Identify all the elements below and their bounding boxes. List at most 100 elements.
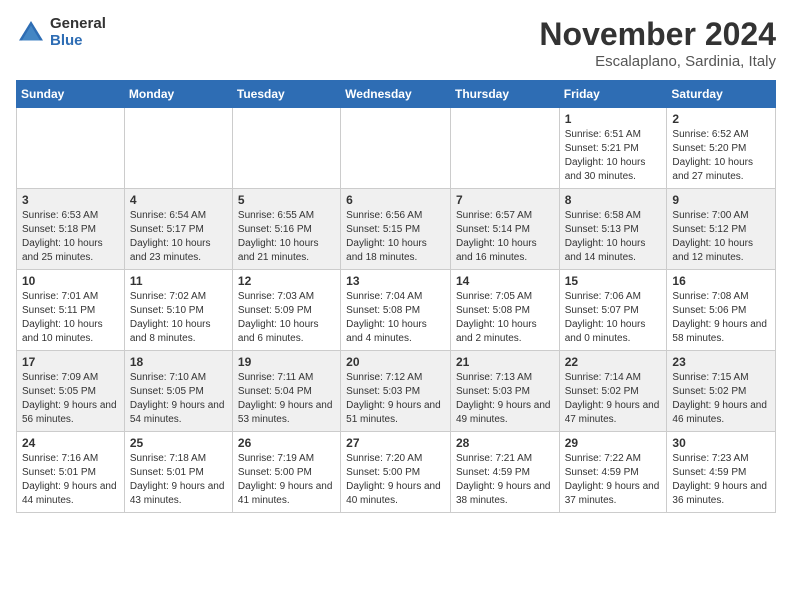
- day-info: Sunrise: 7:03 AM Sunset: 5:09 PM Dayligh…: [238, 290, 335, 346]
- weekday-header-sunday: Sunday: [17, 81, 125, 108]
- day-info: Sunrise: 6:51 AM Sunset: 5:21 PM Dayligh…: [565, 128, 662, 184]
- logo-text: General Blue: [50, 16, 106, 49]
- day-number: 4: [130, 193, 227, 207]
- day-info: Sunrise: 7:08 AM Sunset: 5:06 PM Dayligh…: [672, 290, 770, 346]
- day-number: 28: [456, 436, 554, 450]
- weekday-header-saturday: Saturday: [667, 81, 776, 108]
- calendar-cell: 28 Sunrise: 7:21 AM Sunset: 4:59 PM Dayli…: [450, 432, 559, 513]
- weekday-header-thursday: Thursday: [450, 81, 559, 108]
- day-info: Sunrise: 7:18 AM Sunset: 5:01 PM Dayligh…: [130, 452, 227, 508]
- day-number: 5: [238, 193, 335, 207]
- calendar-cell: [450, 108, 559, 189]
- calendar-cell: 17Sunrise: 7:09 AM Sunset: 5:05 PM Dayli…: [17, 351, 125, 432]
- day-number: 2: [672, 112, 770, 126]
- logo-blue: Blue: [50, 33, 106, 50]
- calendar-cell: 7 Sunrise: 6:57 AM Sunset: 5:14 PM Daylig…: [450, 189, 559, 270]
- day-info: Sunrise: 7:14 AM Sunset: 5:02 PM Dayligh…: [565, 371, 662, 427]
- day-info: Sunrise: 7:02 AM Sunset: 5:10 PM Dayligh…: [130, 290, 227, 346]
- day-info: Sunrise: 7:11 AM Sunset: 5:04 PM Dayligh…: [238, 371, 335, 427]
- day-number: 25: [130, 436, 227, 450]
- day-info: Sunrise: 6:53 AM Sunset: 5:18 PM Dayligh…: [22, 209, 119, 265]
- calendar-cell: 20Sunrise: 7:12 AM Sunset: 5:03 PM Dayli…: [341, 351, 451, 432]
- day-info: Sunrise: 7:16 AM Sunset: 5:01 PM Dayligh…: [22, 452, 119, 508]
- calendar-cell: 8 Sunrise: 6:58 AM Sunset: 5:13 PM Daylig…: [559, 189, 667, 270]
- day-number: 22: [565, 355, 662, 369]
- calendar-cell: 5 Sunrise: 6:55 AM Sunset: 5:16 PM Daylig…: [232, 189, 340, 270]
- calendar-cell: 4 Sunrise: 6:54 AM Sunset: 5:17 PM Daylig…: [124, 189, 232, 270]
- calendar-cell: 24 Sunrise: 7:16 AM Sunset: 5:01 PM Dayli…: [17, 432, 125, 513]
- calendar-cell: 1 Sunrise: 6:51 AM Sunset: 5:21 PM Daylig…: [559, 108, 667, 189]
- calendar-cell: 26 Sunrise: 7:19 AM Sunset: 5:00 PM Dayli…: [232, 432, 340, 513]
- day-number: 21: [456, 355, 554, 369]
- day-info: Sunrise: 6:58 AM Sunset: 5:13 PM Dayligh…: [565, 209, 662, 265]
- month-title: November 2024: [539, 16, 776, 53]
- calendar-cell: 13Sunrise: 7:04 AM Sunset: 5:08 PM Dayli…: [341, 270, 451, 351]
- day-info: Sunrise: 6:52 AM Sunset: 5:20 PM Dayligh…: [672, 128, 770, 184]
- day-info: Sunrise: 7:23 AM Sunset: 4:59 PM Dayligh…: [672, 452, 770, 508]
- calendar-cell: 10 Sunrise: 7:01 AM Sunset: 5:11 PM Dayli…: [17, 270, 125, 351]
- day-number: 30: [672, 436, 770, 450]
- day-info: Sunrise: 6:55 AM Sunset: 5:16 PM Dayligh…: [238, 209, 335, 265]
- day-number: 13: [346, 274, 445, 288]
- calendar-cell: 9 Sunrise: 7:00 AM Sunset: 5:12 PM Daylig…: [667, 189, 776, 270]
- day-number: 20: [346, 355, 445, 369]
- calendar-cell: 12 Sunrise: 7:03 AM Sunset: 5:09 PM Dayli…: [232, 270, 340, 351]
- calendar-cell: 18 Sunrise: 7:10 AM Sunset: 5:05 PM Dayli…: [124, 351, 232, 432]
- day-number: 9: [672, 193, 770, 207]
- day-number: 1: [565, 112, 662, 126]
- calendar-week-row: 17Sunrise: 7:09 AM Sunset: 5:05 PM Dayli…: [17, 351, 776, 432]
- calendar-cell: 11Sunrise: 7:02 AM Sunset: 5:10 PM Dayli…: [124, 270, 232, 351]
- calendar-cell: 29Sunrise: 7:22 AM Sunset: 4:59 PM Dayli…: [559, 432, 667, 513]
- day-info: Sunrise: 7:22 AM Sunset: 4:59 PM Dayligh…: [565, 452, 662, 508]
- page-header: General Blue November 2024 Escalaplano, …: [16, 16, 776, 70]
- calendar-cell: 3Sunrise: 6:53 AM Sunset: 5:18 PM Daylig…: [17, 189, 125, 270]
- day-info: Sunrise: 6:57 AM Sunset: 5:14 PM Dayligh…: [456, 209, 554, 265]
- weekday-header-tuesday: Tuesday: [232, 81, 340, 108]
- day-info: Sunrise: 7:00 AM Sunset: 5:12 PM Dayligh…: [672, 209, 770, 265]
- calendar-cell: 30 Sunrise: 7:23 AM Sunset: 4:59 PM Dayli…: [667, 432, 776, 513]
- calendar-week-row: 24 Sunrise: 7:16 AM Sunset: 5:01 PM Dayli…: [17, 432, 776, 513]
- calendar-cell: [341, 108, 451, 189]
- day-number: 17: [22, 355, 119, 369]
- weekday-header-row: SundayMondayTuesdayWednesdayThursdayFrid…: [17, 81, 776, 108]
- weekday-header-monday: Monday: [124, 81, 232, 108]
- day-info: Sunrise: 7:19 AM Sunset: 5:00 PM Dayligh…: [238, 452, 335, 508]
- day-number: 15: [565, 274, 662, 288]
- day-info: Sunrise: 7:06 AM Sunset: 5:07 PM Dayligh…: [565, 290, 662, 346]
- calendar-cell: 16Sunrise: 7:08 AM Sunset: 5:06 PM Dayli…: [667, 270, 776, 351]
- day-info: Sunrise: 7:15 AM Sunset: 5:02 PM Dayligh…: [672, 371, 770, 427]
- day-info: Sunrise: 6:54 AM Sunset: 5:17 PM Dayligh…: [130, 209, 227, 265]
- calendar-cell: 19Sunrise: 7:11 AM Sunset: 5:04 PM Dayli…: [232, 351, 340, 432]
- calendar-cell: 22 Sunrise: 7:14 AM Sunset: 5:02 PM Dayli…: [559, 351, 667, 432]
- calendar-cell: 25 Sunrise: 7:18 AM Sunset: 5:01 PM Dayli…: [124, 432, 232, 513]
- location: Escalaplano, Sardinia, Italy: [539, 53, 776, 70]
- weekday-header-friday: Friday: [559, 81, 667, 108]
- calendar-table: SundayMondayTuesdayWednesdayThursdayFrid…: [16, 80, 776, 513]
- day-info: Sunrise: 7:10 AM Sunset: 5:05 PM Dayligh…: [130, 371, 227, 427]
- calendar-cell: [124, 108, 232, 189]
- day-number: 10: [22, 274, 119, 288]
- calendar-cell: 21 Sunrise: 7:13 AM Sunset: 5:03 PM Dayli…: [450, 351, 559, 432]
- day-number: 8: [565, 193, 662, 207]
- day-number: 12: [238, 274, 335, 288]
- calendar-week-row: 1 Sunrise: 6:51 AM Sunset: 5:21 PM Daylig…: [17, 108, 776, 189]
- day-info: Sunrise: 7:01 AM Sunset: 5:11 PM Dayligh…: [22, 290, 119, 346]
- weekday-header-wednesday: Wednesday: [341, 81, 451, 108]
- title-block: November 2024 Escalaplano, Sardinia, Ita…: [539, 16, 776, 70]
- calendar-cell: [232, 108, 340, 189]
- day-info: Sunrise: 7:20 AM Sunset: 5:00 PM Dayligh…: [346, 452, 445, 508]
- day-info: Sunrise: 7:05 AM Sunset: 5:08 PM Dayligh…: [456, 290, 554, 346]
- calendar-cell: 15 Sunrise: 7:06 AM Sunset: 5:07 PM Dayli…: [559, 270, 667, 351]
- day-number: 18: [130, 355, 227, 369]
- logo-general: General: [50, 16, 106, 33]
- logo-icon: [16, 18, 46, 48]
- day-info: Sunrise: 6:56 AM Sunset: 5:15 PM Dayligh…: [346, 209, 445, 265]
- day-info: Sunrise: 7:13 AM Sunset: 5:03 PM Dayligh…: [456, 371, 554, 427]
- calendar-week-row: 3Sunrise: 6:53 AM Sunset: 5:18 PM Daylig…: [17, 189, 776, 270]
- day-info: Sunrise: 7:21 AM Sunset: 4:59 PM Dayligh…: [456, 452, 554, 508]
- day-number: 26: [238, 436, 335, 450]
- day-number: 7: [456, 193, 554, 207]
- calendar-cell: [17, 108, 125, 189]
- day-number: 24: [22, 436, 119, 450]
- day-number: 14: [456, 274, 554, 288]
